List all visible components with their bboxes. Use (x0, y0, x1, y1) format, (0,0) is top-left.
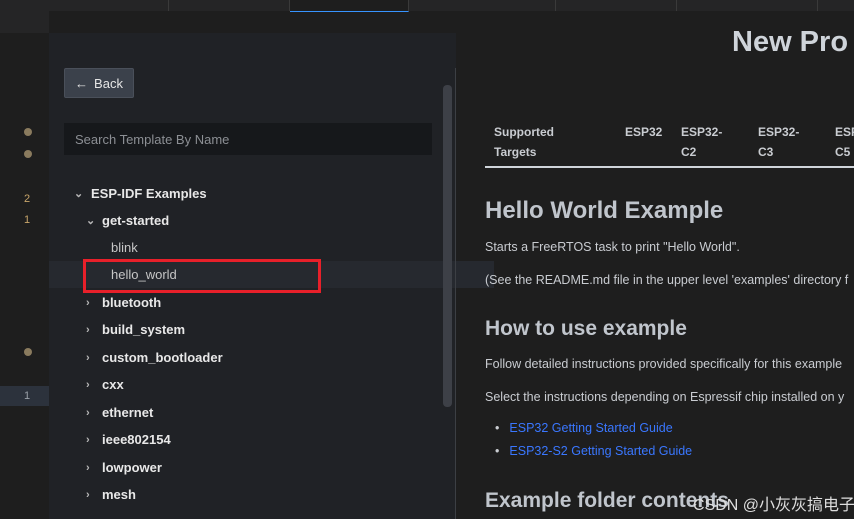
highlight-box (83, 259, 321, 293)
template-search-input[interactable] (64, 123, 432, 155)
chevron-down-icon: ⌄ (86, 215, 96, 227)
chevron-right-icon: › (86, 488, 90, 501)
tree-item-bluetooth[interactable]: › bluetooth (49, 289, 469, 316)
modified-dot-icon (24, 348, 32, 356)
chevron-down-icon: ⌄ (74, 188, 84, 200)
editor-tab[interactable] (169, 0, 290, 11)
chevron-right-icon: › (86, 461, 90, 474)
tree-item-label: bluetooth (102, 295, 162, 310)
link-esp32-getting-started[interactable]: ESP32 Getting Started Guide (495, 421, 672, 435)
tree-item-custom-bootloader[interactable]: › custom_bootloader (49, 344, 469, 371)
link-label[interactable]: ESP32-S2 Getting Started Guide (509, 444, 692, 458)
change-count: 1 (24, 214, 31, 226)
tree-item-ieee802154[interactable]: › ieee802154 (49, 426, 469, 453)
back-button-label: Back (94, 75, 123, 91)
tree-item-label: lowpower (102, 460, 162, 475)
tree-item-label: custom_bootloader (102, 350, 223, 365)
tree-scrollbar[interactable] (443, 85, 452, 407)
link-esp32-s2-getting-started[interactable]: ESP32-S2 Getting Started Guide (495, 444, 692, 458)
scm-gutter: 2 1 1 (0, 11, 49, 519)
tree-item-label: ethernet (102, 405, 154, 420)
readme-title: Hello World Example (485, 197, 724, 224)
tree-item-build-system[interactable]: › build_system (49, 316, 469, 343)
table-header-esp32-c3: ESP32-C3 (758, 125, 800, 159)
arrow-left-icon: ← (75, 75, 89, 91)
tree-item-label: mesh (102, 487, 136, 502)
tree-item-label: ieee802154 (102, 432, 171, 447)
watermark: CSDN @小灰灰搞电子 (693, 497, 854, 514)
chevron-right-icon: › (86, 351, 90, 364)
change-count: 2 (24, 193, 31, 205)
tree-item-mesh[interactable]: › mesh (49, 481, 469, 508)
tree-item-label: blink (111, 240, 138, 255)
gutter-selected-row[interactable]: 1 (0, 386, 49, 406)
change-count: 1 (24, 390, 31, 402)
table-rule (485, 166, 854, 168)
chevron-right-icon: › (86, 296, 90, 309)
tree-item-esp-idf-examples[interactable]: ⌄ ESP-IDF Examples (49, 180, 457, 207)
readme-paragraph: Select the instructions depending on Esp… (485, 390, 845, 404)
readme-paragraph: Follow detailed instructions provided sp… (485, 357, 843, 371)
tree-item-ethernet[interactable]: › ethernet (49, 399, 469, 426)
panel-divider[interactable] (455, 68, 456, 519)
back-button[interactable]: ← Back (64, 68, 134, 98)
tree-item-blink[interactable]: blink (49, 234, 494, 261)
tree-item-label: get-started (102, 213, 170, 228)
editor-tab-active[interactable] (290, 0, 409, 12)
tree-item-lowpower[interactable]: › lowpower (49, 454, 469, 481)
editor-tab[interactable] (0, 0, 169, 11)
table-header-esp32: ESP32 (625, 125, 663, 139)
modified-dot-icon (24, 128, 32, 136)
section-heading-how-to-use: How to use example (485, 317, 687, 340)
tree-item-get-started[interactable]: ⌄ get-started (49, 207, 469, 234)
table-header-esp32-c2: ESP32-C2 (681, 125, 723, 159)
gutter-header (0, 11, 49, 33)
link-label[interactable]: ESP32 Getting Started Guide (509, 421, 672, 435)
table-header-esp32-c5: ESP3 C5 (835, 125, 854, 159)
table-header-supported-targets: Supported Targets (494, 125, 554, 159)
tree-item-label: build_system (102, 322, 186, 337)
readme-paragraph: Starts a FreeRTOS task to print "Hello W… (485, 240, 740, 254)
tree-item-label: cxx (102, 377, 124, 392)
tree-item-label: ESP-IDF Examples (91, 186, 207, 201)
modified-dot-icon (24, 150, 32, 158)
template-panel: ← Back ⌄ ESP-IDF Examples ⌄ get-started … (49, 33, 494, 519)
readme-preview: Supported Targets ESP32 ESP32-C2 ESP32-C… (485, 0, 854, 519)
chevron-right-icon: › (86, 406, 90, 419)
chevron-right-icon: › (86, 433, 90, 446)
chevron-right-icon: › (86, 378, 90, 391)
chevron-right-icon: › (86, 323, 90, 336)
tree-item-cxx[interactable]: › cxx (49, 371, 469, 398)
readme-paragraph: (See the README.md file in the upper lev… (485, 273, 849, 287)
